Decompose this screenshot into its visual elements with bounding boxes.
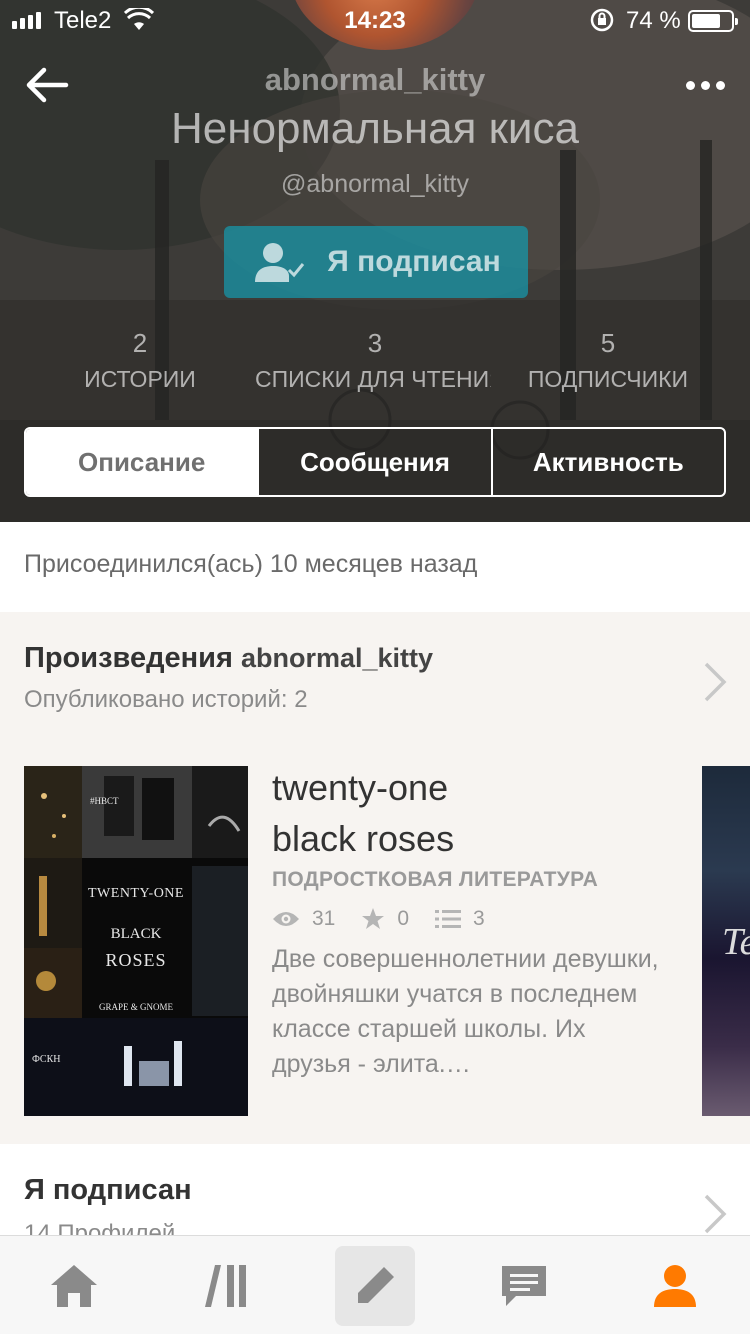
stat-label: ИСТОРИИ [84,366,196,392]
stat-reading-lists[interactable]: 3 СПИСКИ ДЛЯ ЧТЕНИЯ [255,328,495,393]
bottom-nav [0,1235,750,1334]
views-stat: 31 [272,907,335,931]
next-book-cover[interactable]: Te [702,766,750,1116]
home-icon [51,1265,97,1307]
book-title-line1: twenty-one [272,767,449,808]
stat-label: СПИСКИ ДЛЯ ЧТЕНИЯ [255,366,491,392]
book-genre: ПОДРОСТКОВАЯ ЛИТЕРАТУРА [272,868,599,891]
eye-icon [273,912,299,926]
works-title-user: abnormal_kitty [240,643,434,673]
profile-handle: @abnormal_kitty [281,170,469,198]
book-title-line2: black roses [272,818,455,859]
works-subtitle: Опубликовано историй: 2 [24,686,308,713]
tab-about[interactable]: Описание [26,429,258,495]
nav-library[interactable] [186,1246,266,1326]
following-title: Я подписан [24,1174,192,1206]
parts-count: 3 [473,907,485,930]
profile-stats: 2 ИСТОРИИ 3 СПИСКИ ДЛЯ ЧТЕНИЯ 5 ПОДПИСЧИ… [0,328,750,398]
book-stats: 31 0 3 [272,904,511,934]
status-bar: Tele2 14:23 74 % [0,0,750,40]
stat-value: 5 [600,328,616,358]
works-section: Произведения abnormal_kitty Опубликовано… [0,612,750,1144]
book-cover[interactable]: TWENTY-ONE BLACK ROSES GRAPE & GNOME #HB… [24,766,248,1116]
tab-messages[interactable]: Сообщения [257,429,490,495]
book-description: Две совершеннолетнии девушки, двойняшки … [272,945,659,1078]
library-icon [205,1265,246,1307]
works-title-prefix: Произведения [24,642,233,674]
display-name: Ненормальная киса [171,104,579,153]
parts-stat: 3 [435,907,485,931]
stat-stories[interactable]: 2 ИСТОРИИ [20,328,260,393]
profile-header: Tele2 14:23 74 % abnormal_kitty Ненормал… [0,0,750,522]
profile-icon [654,1265,696,1307]
profile-tabs: Описание Сообщения Активность [24,427,726,497]
joined-text: Присоединился(ась) 10 месяцев назад [0,522,750,612]
cover-shirt-text-1: #HBCT [90,796,119,806]
nav-create[interactable] [335,1246,415,1326]
book-title[interactable]: twenty-one black roses [272,762,454,864]
next-cover-text: Te [722,921,750,963]
chevron-right-icon[interactable] [700,660,730,704]
cover-author: GRAPE & GNOME [98,1002,173,1012]
cover-shirt-text-2: ФСКН [32,1054,61,1065]
chevron-right-icon[interactable] [700,1192,730,1236]
votes-count: 0 [397,907,410,930]
battery-percent: 74 % [626,7,681,34]
star-icon [362,908,385,929]
stat-value: 2 [132,328,148,358]
cover-title-line3: ROSES [105,950,167,970]
nav-messages[interactable] [484,1246,564,1326]
following-button[interactable]: Я подписан [224,226,528,298]
works-title[interactable]: Произведения abnormal_kitty [24,642,433,675]
tab-activity[interactable]: Активность [490,429,724,495]
following-button-label: Я подписан [327,245,501,278]
stat-label: ПОДПИСЧИКИ [527,366,689,392]
header-username: abnormal_kitty [264,62,486,97]
create-icon [358,1267,394,1303]
user-check-icon [255,243,305,282]
orientation-lock-icon [590,8,614,32]
votes-stat: 0 [361,907,409,931]
stat-value: 3 [367,328,383,358]
cover-title-line1: TWENTY-ONE [88,886,184,901]
stat-followers[interactable]: 5 ПОДПИСЧИКИ [488,328,728,393]
list-icon [435,910,462,928]
views-count: 31 [312,907,336,930]
nav-profile[interactable] [635,1246,715,1326]
messages-icon [502,1266,546,1306]
battery-icon [688,10,738,32]
following-section[interactable]: Я подписан 14 Профилей [0,1144,750,1244]
cover-title-line2: BLACK [110,926,162,942]
nav-home[interactable] [34,1246,114,1326]
